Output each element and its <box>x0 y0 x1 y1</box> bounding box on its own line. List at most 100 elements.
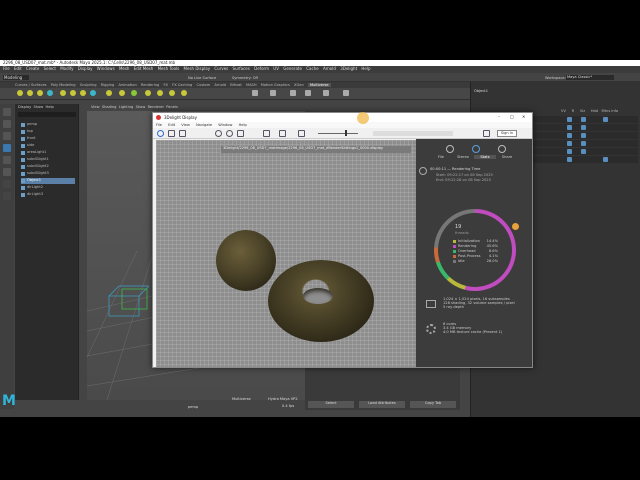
load-attributes-button[interactable]: Load Attributes <box>359 401 405 408</box>
select-tool-icon[interactable] <box>3 108 11 116</box>
render-view[interactable] <box>156 140 416 367</box>
share-tab-icon[interactable] <box>498 145 506 153</box>
toggle-icon[interactable] <box>581 149 586 154</box>
shelf-icon-material[interactable] <box>157 90 163 96</box>
file-tab-icon[interactable] <box>446 145 454 153</box>
shelf-tab[interactable]: MASH <box>246 83 257 87</box>
outliner-item[interactable]: subdGlight2 <box>21 164 75 170</box>
zoom-in-icon[interactable] <box>215 130 222 137</box>
shelf-tab[interactable]: Arnold <box>214 83 226 87</box>
layout-icon[interactable] <box>3 180 11 188</box>
shelf-icon-view3[interactable] <box>290 90 296 96</box>
region-select-icon[interactable] <box>168 130 175 137</box>
menu-cache[interactable]: Cache <box>306 66 318 71</box>
toggle-icon[interactable] <box>581 125 586 130</box>
live-surface-field[interactable]: No Live Surface <box>188 76 216 80</box>
shelf-icon-sphere[interactable] <box>27 90 33 96</box>
shelf-icon-view6[interactable] <box>343 90 349 96</box>
search-icon[interactable] <box>157 130 164 137</box>
menu-surfaces[interactable]: Surfaces <box>233 66 250 71</box>
shelf-tab[interactable]: XGen <box>294 83 304 87</box>
menu-display[interactable]: Display <box>78 66 93 71</box>
shelf-icon-render[interactable] <box>119 90 125 96</box>
close-icon[interactable]: ✕ <box>522 114 525 119</box>
delight-menu-window[interactable]: Window <box>218 123 232 127</box>
shelf-icon-view2[interactable] <box>270 90 276 96</box>
maximize-icon[interactable]: □ <box>510 114 514 119</box>
channel-icon[interactable] <box>298 130 305 137</box>
shelf-tab-multiverse[interactable]: Multiverse <box>307 83 331 87</box>
toggle-icon[interactable] <box>603 117 608 122</box>
outliner-item[interactable]: front <box>21 136 75 142</box>
menu-create[interactable]: Create <box>26 66 39 71</box>
tab-stereo[interactable]: Stereo <box>452 155 474 159</box>
settings-icon[interactable] <box>483 130 490 137</box>
menu-mesh[interactable]: Mesh <box>119 66 130 71</box>
outliner-item[interactable]: dirLight2 <box>21 185 75 191</box>
shelf-tab[interactable]: Rigging <box>101 83 115 87</box>
shelf-tab[interactable]: Bifrost <box>230 83 242 87</box>
workspace-selector[interactable]: Maya Classic* <box>566 75 614 80</box>
menu-uv[interactable]: UV <box>273 66 279 71</box>
outliner-menu-help[interactable]: Help <box>46 105 54 109</box>
zoom-out-icon[interactable] <box>226 130 233 137</box>
shelf-icon-env[interactable] <box>106 90 112 96</box>
menu-edit[interactable]: Edit <box>14 66 22 71</box>
copy-tab-button[interactable]: Copy Tab <box>410 401 456 408</box>
shelf-tab[interactable]: Curves / Surfaces <box>15 83 47 87</box>
tab-share[interactable]: Share <box>496 155 518 159</box>
sign-in-button[interactable]: Sign In <box>497 130 517 137</box>
outliner-item[interactable]: subdGlight3 <box>21 171 75 177</box>
shelf-icon-view5[interactable] <box>323 90 329 96</box>
rotate-tool-icon[interactable] <box>3 156 11 164</box>
compare-icon[interactable] <box>279 130 286 137</box>
stats-tab-icon[interactable] <box>472 145 480 153</box>
toggle-icon[interactable] <box>567 125 572 130</box>
menu-file[interactable]: File <box>3 66 10 71</box>
toggle-icon[interactable] <box>581 133 586 138</box>
paint-tool-icon[interactable] <box>3 132 11 140</box>
menu-select[interactable]: Select <box>44 66 56 71</box>
tab-stats[interactable]: Stats <box>474 155 496 159</box>
shelf-tab[interactable]: FX <box>163 83 168 87</box>
menu-curves[interactable]: Curves <box>214 66 228 71</box>
shelf-icon-subd[interactable] <box>17 90 23 96</box>
shelf-tab[interactable]: Motion Graphics <box>261 83 290 87</box>
outliner-item[interactable]: top <box>21 129 75 135</box>
shelf-icon-light[interactable] <box>90 90 96 96</box>
outliner-menu-display[interactable]: Display <box>18 105 31 109</box>
shelf-icon-view4[interactable] <box>305 90 311 96</box>
exposure-slider[interactable] <box>318 133 358 134</box>
shelf-icon-delight[interactable] <box>145 90 151 96</box>
menu-help[interactable]: Help <box>361 66 370 71</box>
shelf-icon-area-light[interactable] <box>80 90 86 96</box>
menu-mesh-display[interactable]: Mesh Display <box>184 66 211 71</box>
shelf-tab[interactable]: Animation <box>118 83 136 87</box>
toggle-icon[interactable] <box>567 133 572 138</box>
shelf-icon-plane[interactable] <box>70 90 76 96</box>
shelf-icon-cube[interactable] <box>47 90 53 96</box>
outliner-menu-show[interactable]: Show <box>34 105 44 109</box>
lasso-tool-icon[interactable] <box>3 120 11 128</box>
outliner-item[interactable]: side <box>21 143 75 149</box>
outliner-item[interactable]: dirLight3 <box>21 192 75 198</box>
menu-arnold[interactable]: Arnold <box>323 66 336 71</box>
layout-icon-2[interactable] <box>3 192 11 200</box>
scale-tool-icon[interactable] <box>3 168 11 176</box>
move-tool-icon[interactable] <box>3 144 11 152</box>
viewport-menu-renderer[interactable]: Renderer <box>148 105 164 109</box>
delight-menu-file[interactable]: File <box>156 123 162 127</box>
crop-icon[interactable] <box>179 130 186 137</box>
shelf-icon-torus[interactable] <box>60 90 66 96</box>
toggle-icon[interactable] <box>581 141 586 146</box>
shelf-tab[interactable]: Poly Modeling <box>51 83 76 87</box>
delight-menu-edit[interactable]: Edit <box>168 123 175 127</box>
outliner-item[interactable]: areaLight1 <box>21 150 75 156</box>
menu-modify[interactable]: Modify <box>60 66 73 71</box>
delight-menu-view[interactable]: View <box>181 123 190 127</box>
delight-menu-navigate[interactable]: Navigate <box>196 123 212 127</box>
shelf-tab[interactable]: FX Caching <box>172 83 192 87</box>
viewport-menu-panels[interactable]: Panels <box>166 105 178 109</box>
viewport-menu-shading[interactable]: Shading <box>102 105 117 109</box>
outliner-item[interactable]: persp <box>21 122 75 128</box>
